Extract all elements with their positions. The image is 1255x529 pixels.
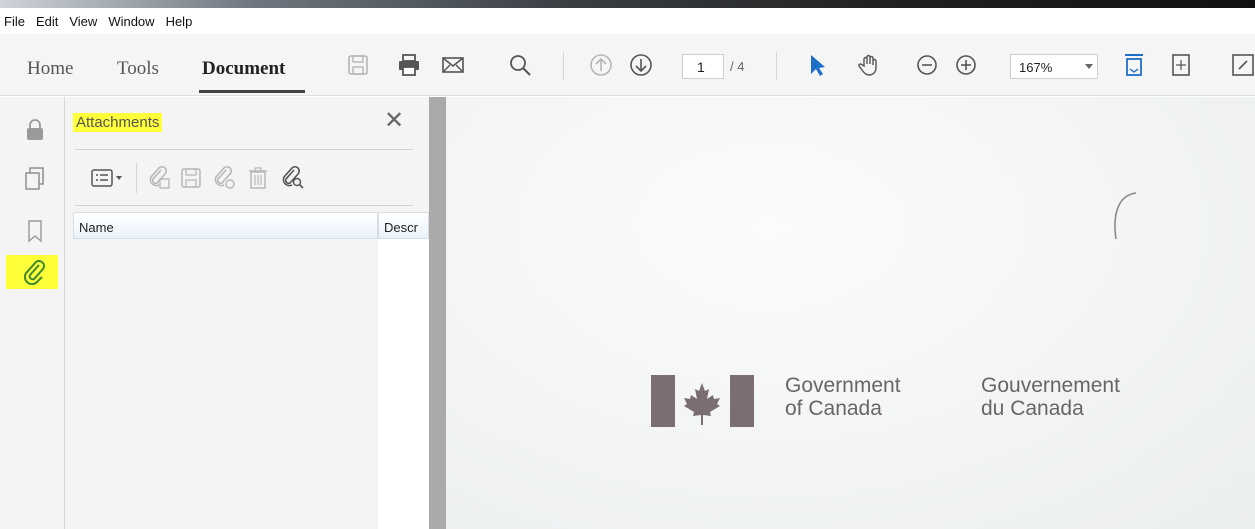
menu-window[interactable]: Window: [108, 14, 154, 29]
column-header-description[interactable]: Descr: [378, 212, 429, 239]
attachments-panel: Attachments ✕ Name Descr: [65, 97, 429, 529]
panel-title: Attachments: [73, 113, 163, 132]
close-icon[interactable]: ✕: [384, 109, 404, 133]
prev-page-icon[interactable]: [588, 52, 614, 78]
tab-document[interactable]: Document: [202, 58, 285, 80]
panel-divider: [75, 149, 413, 150]
zoom-out-icon[interactable]: [914, 52, 940, 78]
search-attachment-icon[interactable]: [279, 165, 305, 191]
bookmark-icon[interactable]: [22, 218, 48, 244]
menu-file[interactable]: File: [4, 14, 25, 29]
paperclip-icon[interactable]: [22, 259, 48, 285]
lock-icon[interactable]: [22, 117, 48, 143]
select-cursor-icon[interactable]: [804, 52, 830, 78]
government-of-canada-en: Government of Canada: [785, 374, 901, 420]
description-column-body: [378, 239, 429, 529]
options-menu-icon[interactable]: [89, 165, 127, 191]
add-attachment-icon[interactable]: [146, 165, 172, 191]
zoom-level-value: 167%: [1019, 60, 1053, 75]
page-total: / 4: [730, 59, 745, 74]
canada-flag-logo: [651, 375, 754, 427]
page-mark: [1114, 192, 1137, 240]
print-icon[interactable]: [396, 52, 422, 78]
tab-tools[interactable]: Tools: [117, 58, 159, 80]
pages-icon[interactable]: [22, 165, 48, 191]
main-toolbar: Home Tools Document 1 / 4 167%: [0, 34, 1255, 96]
navigation-pane-rail: [0, 97, 65, 529]
email-icon[interactable]: [440, 52, 466, 78]
pane-splitter[interactable]: [429, 97, 446, 529]
tab-home[interactable]: Home: [27, 58, 73, 80]
zoom-level-select[interactable]: 167%: [1010, 54, 1098, 79]
panel-divider: [75, 205, 413, 206]
gouvernement-du-canada-fr: Gouvernement du Canada: [981, 374, 1120, 420]
page-number-input[interactable]: 1: [682, 54, 724, 79]
document-page: Government of Canada Gouvernement du Can…: [446, 97, 1255, 529]
panel-toolbar-separator: [136, 163, 137, 193]
save-attachment-icon[interactable]: [178, 165, 204, 191]
column-header-name[interactable]: Name: [73, 212, 378, 239]
zoom-in-icon[interactable]: [953, 52, 979, 78]
toolbar-separator: [563, 52, 564, 80]
save-icon[interactable]: [345, 52, 371, 78]
menu-edit[interactable]: Edit: [36, 14, 58, 29]
menu-bar: File Edit View Window Help: [0, 8, 1255, 34]
full-screen-icon[interactable]: [1230, 52, 1255, 78]
hand-tool-icon[interactable]: [857, 52, 883, 78]
search-icon[interactable]: [507, 52, 533, 78]
fit-page-icon[interactable]: [1121, 52, 1147, 78]
attachments-list: [73, 239, 378, 529]
chevron-down-icon: [1085, 64, 1093, 69]
fit-width-icon[interactable]: [1168, 52, 1194, 78]
open-attachment-icon[interactable]: [211, 165, 237, 191]
menu-view[interactable]: View: [69, 14, 97, 29]
toolbar-separator: [776, 52, 777, 80]
active-tab-indicator: [199, 90, 305, 93]
window-title-strip: [0, 0, 1255, 8]
next-page-icon[interactable]: [628, 52, 654, 78]
delete-attachment-icon[interactable]: [245, 165, 271, 191]
menu-help[interactable]: Help: [166, 14, 193, 29]
